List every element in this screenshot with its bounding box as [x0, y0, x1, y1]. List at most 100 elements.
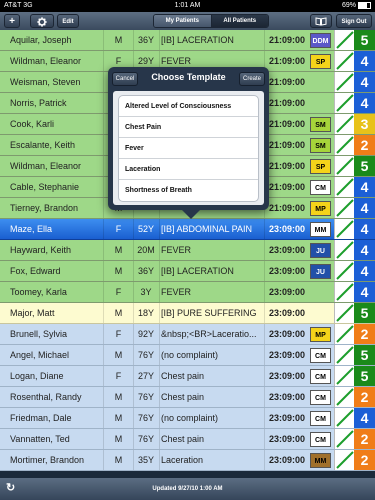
patient-row[interactable]: Hayward, Keith M 20M FEVER 23:09:00 JU 4	[0, 240, 375, 261]
status-check-cell[interactable]	[334, 324, 355, 344]
slash-icon	[336, 199, 354, 217]
edit-button[interactable]: Edit	[57, 14, 79, 28]
patient-name: Norris, Patrick	[3, 93, 104, 113]
template-list-container: Altered Level of Consciousness Chest Pai…	[113, 91, 264, 205]
patient-name: Wildman, Eleanor	[3, 51, 104, 71]
chief-complaint: FEVER	[159, 282, 265, 302]
patient-sex: M	[104, 30, 134, 50]
status-check-cell[interactable]	[334, 177, 355, 197]
status-check-cell[interactable]	[334, 51, 355, 71]
acuity-level: 4	[354, 219, 375, 239]
status-check-cell[interactable]	[334, 261, 355, 281]
acuity-level: 5	[354, 30, 375, 50]
status-check-cell[interactable]	[334, 93, 355, 113]
status-check-cell[interactable]	[334, 72, 355, 92]
patient-sex: M	[104, 345, 134, 365]
arrival-time: 23:09:00	[269, 455, 306, 465]
acuity-level: 2	[354, 429, 375, 449]
arrival-time: 21:09:00	[269, 98, 306, 108]
status-check-cell[interactable]	[334, 198, 355, 218]
template-item[interactable]: Laceration	[119, 159, 258, 180]
create-button[interactable]: Create	[239, 72, 265, 86]
tab-all-patients[interactable]: All Patients	[211, 15, 268, 27]
status-check-cell[interactable]	[334, 114, 355, 134]
patient-name: Hayward, Keith	[3, 240, 104, 260]
status-check-cell[interactable]	[334, 156, 355, 176]
template-item[interactable]: Chest Pain	[119, 117, 258, 138]
status-check-cell[interactable]	[334, 303, 355, 323]
patient-name: Cook, Karli	[3, 114, 104, 134]
patient-sex: F	[104, 366, 134, 386]
slash-icon	[336, 388, 354, 406]
gear-icon	[37, 17, 47, 27]
provider-badge: MM	[310, 453, 331, 468]
acuity-level: 3	[354, 114, 375, 134]
patient-row[interactable]: Brunell, Sylvia F 92Y &nbsp;<BR>Laceratio..…	[0, 324, 375, 345]
chief-complaint: Chest pain	[159, 429, 265, 449]
status-check-cell[interactable]	[334, 282, 355, 302]
patient-age: 20M	[133, 240, 160, 260]
template-item[interactable]: Fever	[119, 138, 258, 159]
status-check-cell[interactable]	[334, 135, 355, 155]
patient-row[interactable]: Fox, Edward M 36Y [IB] LACERATION 23:09:00 JU…	[0, 261, 375, 282]
patient-row[interactable]: Toomey, Karla F 3Y FEVER 23:09:00 4	[0, 282, 375, 303]
status-check-cell[interactable]	[334, 387, 355, 407]
book-button[interactable]	[310, 14, 332, 28]
settings-button[interactable]	[30, 14, 54, 28]
slash-icon	[336, 283, 354, 301]
patient-name: Aquilar, Joseph	[3, 30, 104, 50]
arrival-time: 23:09:00	[269, 308, 306, 318]
patient-row[interactable]: Major, Matt M 18Y [IB] PURE SUFFERING 23:09:…	[0, 303, 375, 324]
patient-age: 36Y	[133, 30, 160, 50]
patient-sex: M	[104, 387, 134, 407]
status-check-cell[interactable]	[334, 429, 355, 449]
patient-name: Mortimer, Brandon	[3, 450, 104, 470]
patient-row[interactable]: Logan, Diane F 27Y Chest pain 23:09:00 CM 5	[0, 366, 375, 387]
patient-row[interactable]: Maze, Ella F 52Y [IB] ABDOMINAL PAIN 23:09:0…	[0, 219, 375, 240]
provider-badge: CM	[310, 390, 331, 405]
status-check-cell[interactable]	[334, 450, 355, 470]
arrival-time: 21:09:00	[269, 140, 306, 150]
status-check-cell[interactable]	[334, 219, 355, 239]
patient-sex: M	[104, 261, 134, 281]
provider-badge: SP	[310, 54, 331, 69]
patient-row[interactable]: Aquilar, Joseph M 36Y [IB] LACERATION 21:09:…	[0, 30, 375, 51]
book-icon	[315, 17, 327, 26]
status-check-cell[interactable]	[334, 366, 355, 386]
patient-name: Brunell, Sylvia	[3, 324, 104, 344]
slash-icon	[336, 136, 354, 154]
acuity-level: 4	[354, 408, 375, 428]
patient-name: Major, Matt	[3, 303, 104, 323]
patient-sex: M	[104, 303, 134, 323]
arrival-time: 21:09:00	[269, 119, 306, 129]
status-check-cell[interactable]	[334, 240, 355, 260]
slash-icon	[336, 52, 354, 70]
patient-age: 76Y	[133, 345, 160, 365]
patient-row[interactable]: Rosenthal, Randy M 76Y Chest pain 23:09:00 CM…	[0, 387, 375, 408]
arrival-time: 21:09:00	[269, 35, 306, 45]
slash-icon	[336, 430, 354, 448]
popover-header: Cancel Choose Template Create	[108, 67, 269, 89]
sign-out-button[interactable]: Sign Out	[336, 14, 372, 28]
template-item[interactable]: Altered Level of Consciousness	[119, 96, 258, 117]
patient-name: Escalante, Keith	[3, 135, 104, 155]
bottom-bar: ↻ Updated 9/27/10 1:00 AM	[0, 478, 375, 500]
slash-icon	[336, 346, 354, 364]
template-item[interactable]: Shortness of Breath	[119, 180, 258, 201]
status-check-cell[interactable]	[334, 408, 355, 428]
status-check-cell[interactable]	[334, 30, 355, 50]
patient-row[interactable]: Mortimer, Brandon M 35Y Laceration 23:09:00 M…	[0, 450, 375, 471]
patient-sex: F	[104, 324, 134, 344]
chief-complaint: [IB] ABDOMINAL PAIN	[159, 219, 265, 239]
patient-row[interactable]: Friedman, Dale M 76Y (no complaint) 23:09:00…	[0, 408, 375, 429]
patient-scope-segmented-control: My Patients All Patients	[153, 14, 269, 28]
provider-badge: SM	[310, 117, 331, 132]
status-check-cell[interactable]	[334, 345, 355, 365]
patient-row[interactable]: Angel, Michael M 76Y (no complaint) 23:09:00…	[0, 345, 375, 366]
patient-row[interactable]: Vannatten, Ted M 76Y Chest pain 23:09:00 CM 2	[0, 429, 375, 450]
chief-complaint: &nbsp;<BR>Laceratio...	[159, 324, 265, 344]
tab-my-patients[interactable]: My Patients	[154, 15, 212, 27]
slash-icon	[336, 241, 354, 259]
slash-icon	[336, 262, 354, 280]
add-patient-button[interactable]: +	[4, 14, 20, 28]
